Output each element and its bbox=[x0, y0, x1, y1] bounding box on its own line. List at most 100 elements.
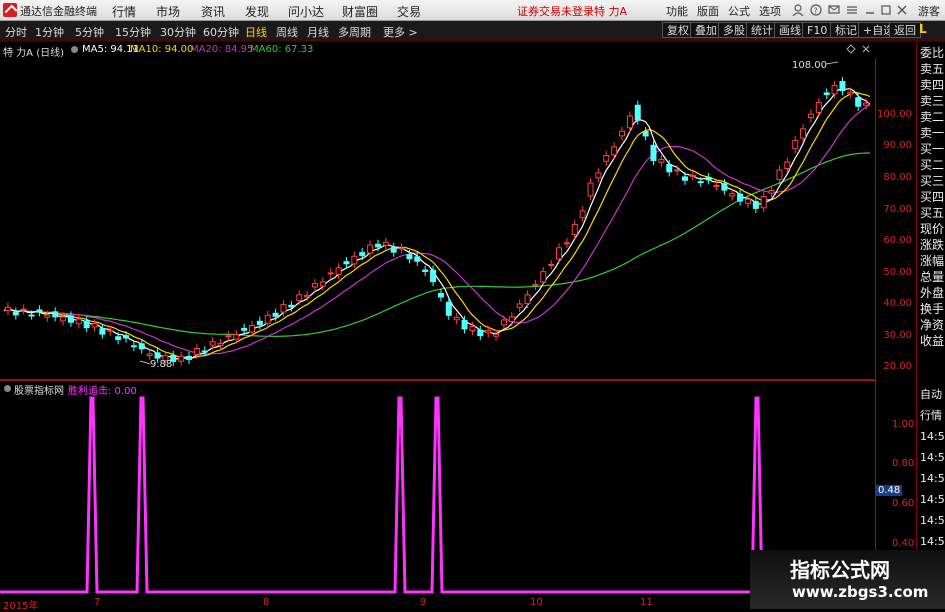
side-panel-item[interactable]: 买一 bbox=[920, 142, 944, 156]
watermark-title: 指标公式网 bbox=[790, 558, 890, 582]
side-panel-item[interactable]: 买四 bbox=[920, 190, 944, 204]
menu-item-caifuquan[interactable]: 财富圈 bbox=[342, 3, 378, 20]
candle-body bbox=[67, 315, 74, 323]
tab-multi-period[interactable]: 多周期 bbox=[338, 24, 371, 40]
side-panel-2-item[interactable]: 行情 bbox=[920, 409, 942, 423]
menu-item-zixun[interactable]: 资讯 bbox=[201, 3, 225, 20]
side-panel-2-item[interactable]: 14:50 bbox=[920, 493, 945, 507]
menu-item-hangqing[interactable]: 行情 bbox=[112, 3, 136, 20]
side-panel-item[interactable]: 买三 bbox=[920, 174, 944, 188]
candle-body bbox=[815, 102, 822, 113]
watermark: 指标公式网 www.zbgs3.com bbox=[750, 550, 945, 609]
candle-body bbox=[666, 164, 673, 173]
side-panel-2-item[interactable]: 14:50 bbox=[920, 535, 945, 549]
price-tick: 60.00 bbox=[883, 235, 912, 246]
tab-monthly[interactable]: 月线 bbox=[307, 24, 329, 40]
candle-body bbox=[563, 242, 570, 245]
candle-body bbox=[556, 247, 563, 260]
side-panel-item[interactable]: 卖三 bbox=[920, 94, 944, 108]
minimize-icon[interactable] bbox=[864, 4, 876, 16]
candlestick-chart[interactable]: 108.00 9.88 bbox=[0, 58, 876, 380]
ma10-label: MA10: 94.00 bbox=[130, 44, 194, 55]
candle-body bbox=[398, 247, 405, 250]
menu-item-xuanxiang[interactable]: 选项 bbox=[759, 3, 781, 19]
menu-item-banmian[interactable]: 版面 bbox=[697, 3, 719, 19]
candle-body bbox=[721, 183, 728, 191]
candle-body bbox=[744, 198, 751, 204]
candle-body bbox=[83, 320, 90, 329]
candle-body bbox=[642, 131, 649, 137]
menu-item-jiaoyi[interactable]: 交易 bbox=[397, 3, 421, 20]
menu-item-shichang[interactable]: 市场 bbox=[156, 3, 180, 20]
side-panel-item[interactable]: 买二 bbox=[920, 158, 944, 172]
side-panel-item[interactable]: 总量 bbox=[920, 270, 944, 284]
side-panel-item[interactable]: 外盘 bbox=[920, 286, 944, 300]
side-panel-2-item[interactable]: 自动 bbox=[920, 388, 942, 402]
date-label: 2015年 bbox=[3, 601, 39, 612]
tab-60min[interactable]: 60分钟 bbox=[203, 24, 239, 40]
candle-body bbox=[784, 161, 791, 169]
close-icon[interactable] bbox=[896, 4, 908, 16]
candle-body bbox=[20, 308, 27, 311]
menu-item-gongshi[interactable]: 公式 bbox=[728, 3, 750, 19]
side-panel-item[interactable]: 卖四 bbox=[920, 78, 944, 92]
side-panel-item[interactable]: 收益 bbox=[920, 334, 944, 348]
candle-body bbox=[571, 223, 578, 236]
tab-daily[interactable]: 日线 bbox=[245, 24, 267, 40]
back-button[interactable]: 返回 bbox=[889, 22, 921, 38]
candle-body bbox=[437, 292, 444, 298]
candle-body bbox=[603, 154, 610, 162]
date-label: 11 bbox=[640, 597, 653, 608]
candle-body bbox=[650, 144, 657, 162]
side-panel-2-item[interactable]: 14:50 bbox=[920, 472, 945, 486]
side-panel-2-item[interactable]: 14:50 bbox=[920, 514, 945, 528]
candle-body bbox=[469, 325, 476, 332]
message-icon[interactable] bbox=[828, 4, 840, 16]
candle-body bbox=[130, 345, 137, 348]
tab-5min[interactable]: 5分钟 bbox=[75, 24, 104, 40]
side-panel-2-item[interactable]: 14:50 bbox=[920, 430, 945, 444]
maximize-icon[interactable] bbox=[880, 4, 892, 16]
menu-item-gongneng[interactable]: 功能 bbox=[666, 3, 688, 19]
side-panel-item[interactable]: 涨幅 bbox=[920, 254, 944, 268]
candle-body bbox=[186, 355, 193, 360]
side-panel-item[interactable]: 净资 bbox=[920, 318, 944, 332]
login-status[interactable]: 证券交易未登录 bbox=[517, 3, 594, 19]
candle-body bbox=[178, 355, 185, 362]
price-tick: 50.00 bbox=[883, 267, 912, 278]
date-label: 10 bbox=[530, 597, 543, 608]
tab-fenshi[interactable]: 分时 bbox=[5, 24, 27, 40]
side-panel-item[interactable]: 买五 bbox=[920, 206, 944, 220]
side-panel-item[interactable]: 委比 bbox=[920, 46, 944, 60]
side-panel-item[interactable]: 现价 bbox=[920, 222, 944, 236]
tab-30min[interactable]: 30分钟 bbox=[160, 24, 196, 40]
side-panel-2-item[interactable]: 14:50 bbox=[920, 451, 945, 465]
candle-body bbox=[319, 281, 326, 287]
candle-body bbox=[823, 92, 830, 96]
side-panel-item[interactable]: 换手 bbox=[920, 302, 944, 316]
candle-body bbox=[587, 182, 594, 197]
diamond-icon[interactable] bbox=[846, 44, 856, 54]
user-icon[interactable] bbox=[792, 4, 804, 16]
side-panel-item[interactable]: 卖五 bbox=[920, 62, 944, 76]
tab-15min[interactable]: 15分钟 bbox=[115, 24, 151, 40]
tab-more[interactable]: 更多 > bbox=[383, 24, 418, 40]
f10-button[interactable]: F10 bbox=[802, 22, 833, 38]
help-icon[interactable]: ? bbox=[810, 4, 822, 16]
menu-item-wenxiaoda[interactable]: 问小达 bbox=[288, 3, 324, 20]
guest-label[interactable]: 游客 bbox=[918, 3, 940, 19]
settings-icon[interactable] bbox=[70, 45, 79, 54]
tab-1min[interactable]: 1分钟 bbox=[35, 24, 64, 40]
low-price-label: 9.88 bbox=[150, 359, 172, 370]
candle-body bbox=[445, 301, 452, 316]
side-panel-item[interactable]: 卖一 bbox=[920, 126, 944, 140]
close-chart-icon[interactable] bbox=[861, 44, 871, 54]
indicator-chart[interactable] bbox=[0, 380, 876, 597]
date-label: 9 bbox=[420, 597, 427, 608]
side-panel-item[interactable]: 卖二 bbox=[920, 110, 944, 124]
menu-icon[interactable] bbox=[846, 4, 858, 16]
tab-weekly[interactable]: 周线 bbox=[276, 24, 298, 40]
menu-item-faxian[interactable]: 发现 bbox=[245, 3, 269, 20]
candle-body bbox=[28, 314, 35, 317]
side-panel-item[interactable]: 涨跌 bbox=[920, 238, 944, 252]
